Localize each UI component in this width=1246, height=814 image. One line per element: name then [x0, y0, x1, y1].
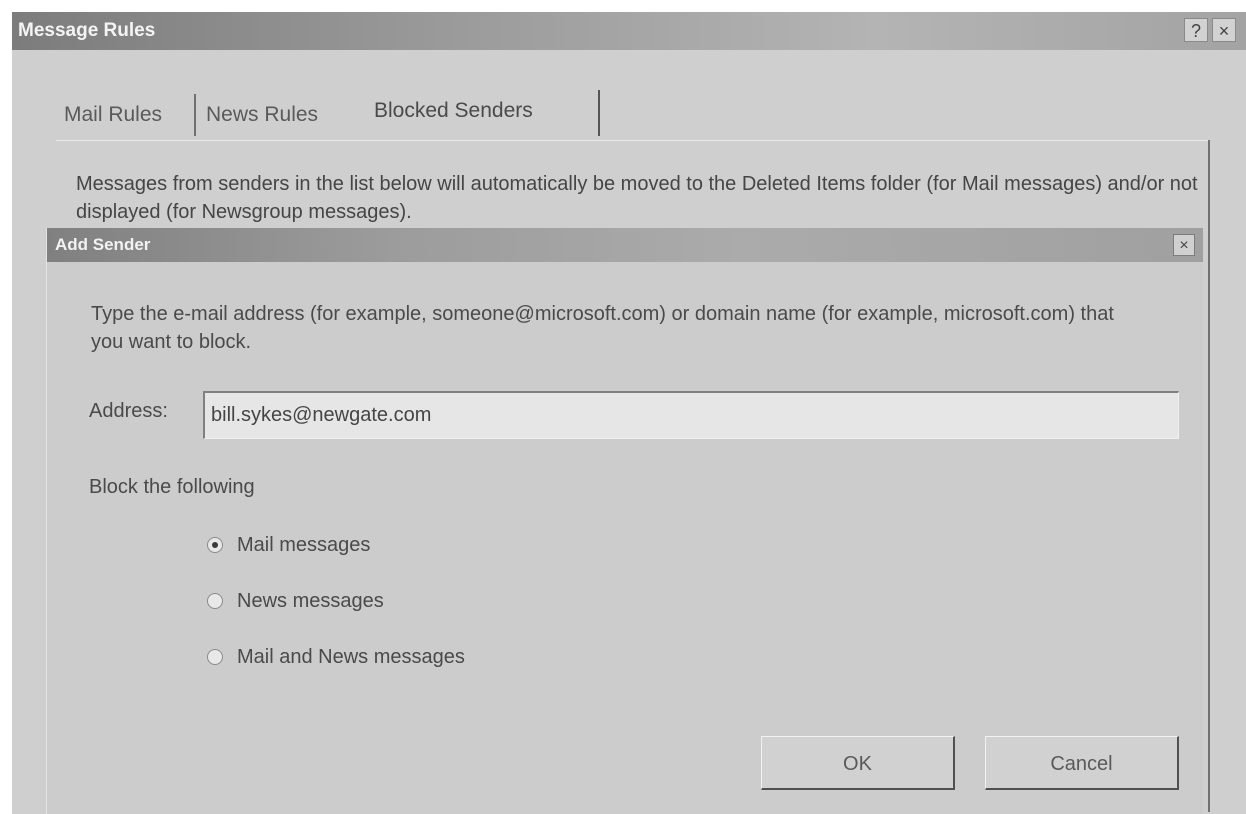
tab-mail-rules[interactable]: Mail Rules — [56, 94, 196, 136]
option-label: Mail messages — [237, 533, 371, 556]
dialog-title: Add Sender — [55, 235, 151, 254]
address-input[interactable] — [203, 391, 1179, 439]
dialog-instructions: Type the e-mail address (for example, so… — [91, 303, 1114, 353]
option-news-messages[interactable]: News messages — [207, 586, 384, 616]
option-mail-messages[interactable]: Mail messages — [207, 530, 370, 560]
option-label: Mail and News messages — [237, 645, 465, 668]
dialog-title-bar: Add Sender × — [47, 228, 1203, 262]
blocked-senders-description: Messages from senders in the list below … — [76, 173, 1198, 223]
ok-button[interactable]: OK — [761, 736, 955, 790]
window-close-button[interactable]: × — [1212, 18, 1236, 42]
dialog-close-button[interactable]: × — [1173, 234, 1195, 256]
title-bar: Message Rules ? × — [12, 12, 1246, 50]
radio-news-messages[interactable] — [207, 593, 223, 609]
block-following-label: Block the following — [89, 476, 255, 498]
help-button[interactable]: ? — [1184, 18, 1208, 42]
option-label: News messages — [237, 589, 384, 612]
add-sender-dialog: Add Sender × Type the e-mail address (fo… — [46, 228, 1203, 814]
radio-mail-and-news-messages[interactable] — [207, 649, 223, 665]
window-title: Message Rules — [18, 20, 156, 41]
option-mail-and-news-messages[interactable]: Mail and News messages — [207, 642, 465, 672]
cancel-button[interactable]: Cancel — [985, 736, 1179, 790]
tab-panel-border-right — [1208, 140, 1210, 812]
radio-mail-messages[interactable] — [207, 537, 223, 553]
address-label: Address: — [89, 400, 168, 422]
tab-blocked-senders[interactable]: Blocked Senders — [366, 90, 600, 136]
tab-panel-border — [56, 140, 1210, 141]
tab-news-rules[interactable]: News Rules — [198, 94, 366, 136]
